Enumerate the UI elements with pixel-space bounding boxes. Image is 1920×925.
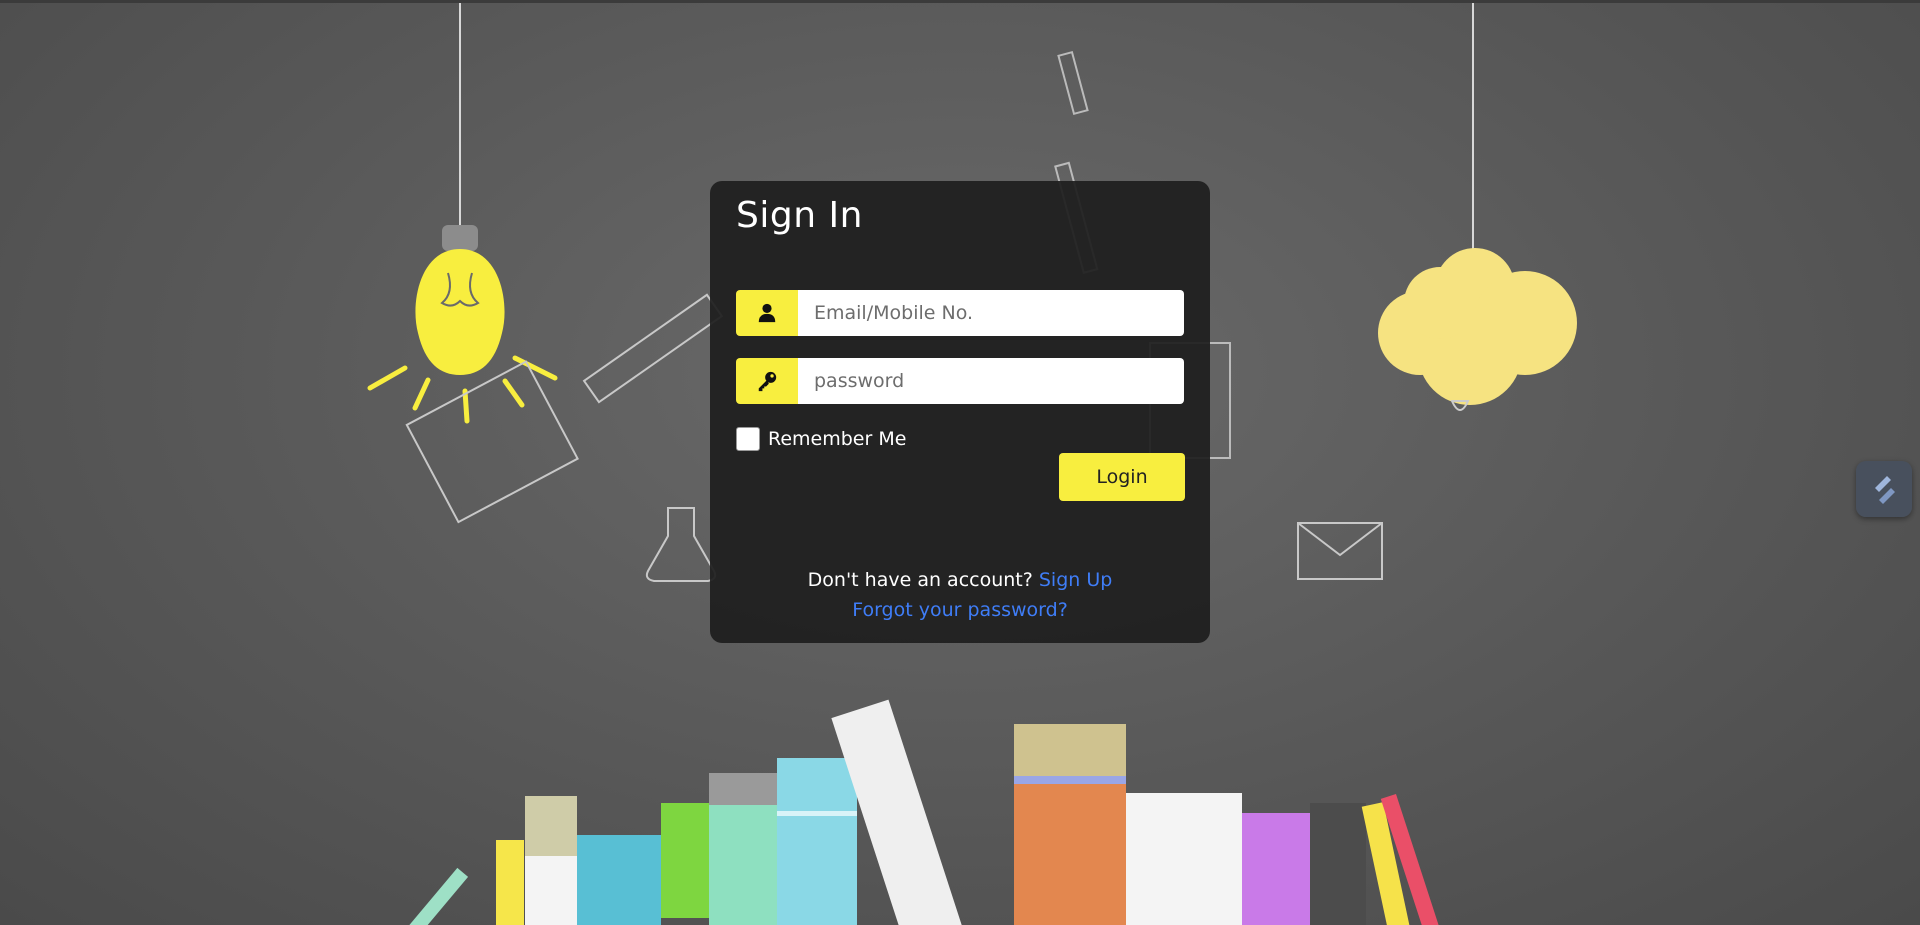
remember-me-label: Remember Me [768, 428, 907, 450]
signin-card: Sign In Remember Me Login Don't have an … [710, 181, 1210, 643]
email-field[interactable] [798, 290, 1184, 336]
cloud-illustration [1378, 3, 1577, 411]
no-account-text: Don't have an account? [807, 569, 1033, 591]
flask-doodle [645, 507, 717, 582]
extension-icon [1875, 476, 1895, 504]
signin-title: Sign In [736, 195, 863, 236]
password-field[interactable] [798, 358, 1184, 404]
email-input-group [736, 290, 1184, 336]
signin-footer: Don't have an account? Sign Up Forgot yo… [710, 565, 1210, 625]
password-input-group [736, 358, 1184, 404]
login-page: Sign In Remember Me Login Don't have an … [0, 0, 1920, 925]
books-illustration [405, 699, 1440, 925]
remember-me-checkbox[interactable] [736, 427, 760, 451]
remember-me: Remember Me [736, 427, 906, 451]
user-icon [736, 290, 798, 336]
ruler-doodle [582, 293, 724, 404]
forgot-password-link[interactable]: Forgot your password? [852, 599, 1068, 621]
side-extension-widget[interactable] [1856, 461, 1912, 517]
signup-link[interactable]: Sign Up [1039, 569, 1112, 591]
login-button[interactable]: Login [1059, 453, 1185, 501]
notes-doodle [405, 360, 579, 524]
lightbulb-illustration [367, 3, 558, 424]
envelope-doodle [1297, 522, 1383, 580]
key-icon [736, 358, 798, 404]
